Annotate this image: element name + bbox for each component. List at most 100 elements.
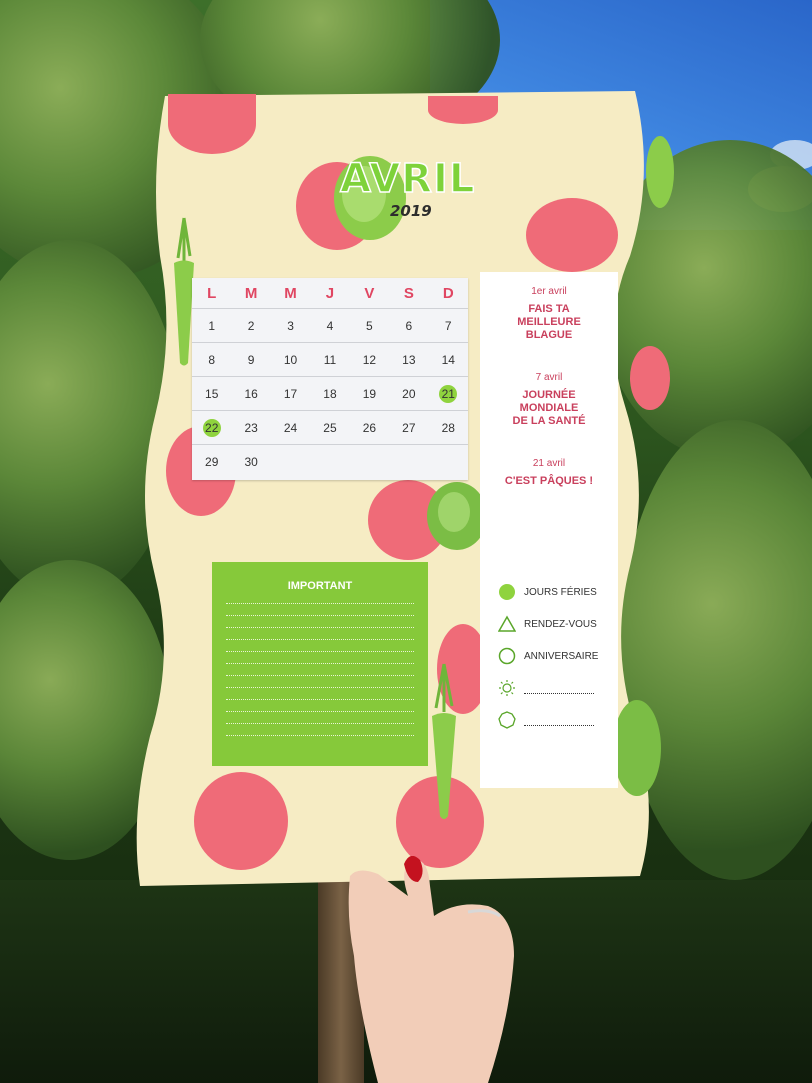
weekday-label: J (325, 284, 335, 302)
note-line (226, 600, 414, 604)
calendar-day: 17 (271, 387, 310, 401)
calendar-day: 24 (271, 421, 310, 435)
calendar-day: 12 (350, 353, 389, 367)
calendar-day-number: 30 (244, 454, 258, 469)
calendar-day-number: 10 (283, 352, 298, 367)
note-line (226, 648, 414, 652)
calendar-day: 7 (429, 319, 468, 333)
blank-line (524, 683, 594, 694)
calendar-week-row: 1 2 3 4 5 6 7 (192, 309, 468, 343)
calendar-day-number: 16 (244, 386, 258, 401)
blank-line (524, 715, 594, 726)
events-sidebar: 1er avril FAIS TA MEILLEURE BLAGUE 7 avr… (480, 272, 618, 788)
pink-dot (526, 198, 618, 272)
calendar-week-row: 15 16 17 18 19 20 21 (192, 377, 468, 411)
calendar-day-number: 29 (205, 454, 219, 469)
calendar-day: 9 (231, 353, 270, 367)
legend-item: ANNIVERSAIRE (498, 640, 598, 672)
calendar-day-number: 13 (402, 352, 416, 367)
calendar-day-number: 9 (247, 352, 255, 367)
calendar-day: 23 (231, 421, 270, 435)
legend-label: JOURS FÉRIES (524, 586, 597, 598)
calendar-day: 18 (310, 387, 349, 401)
calendar-day: 14 (429, 353, 468, 367)
weekday-label: M (284, 284, 297, 302)
pink-dot (630, 346, 670, 410)
lime-illustration (646, 136, 674, 208)
event-name: FAIS TA MEILLEURE BLAGUE (517, 303, 581, 341)
calendar-day: 29 (192, 455, 231, 469)
year-label: 2019 (390, 202, 432, 220)
calendar-day: 19 (350, 387, 389, 401)
calendar-day: 4 (310, 319, 349, 333)
calendar-day-number: 28 (441, 420, 455, 435)
calendar-day-number: 3 (287, 318, 294, 333)
calendar-day-number: 26 (362, 420, 377, 435)
sun-icon (499, 680, 515, 696)
calendar-day: 15 (192, 387, 231, 401)
event-date: 21 avril (532, 458, 566, 469)
note-line (226, 612, 414, 616)
calendar-day: 30 (231, 455, 270, 469)
calendar-day-number: 14 (441, 352, 455, 367)
calendar-poster: AVRIL 2019 L M M J V S D 1 2 3 4 5 6 7 8 9 10 11 12… (136, 91, 674, 886)
event-date: 1er avril (531, 286, 567, 297)
calendar-day-number: 22 (205, 420, 219, 435)
month-calendar: L M M J V S D 1 2 3 4 5 6 7 8 9 10 11 12 13 14 15 16 17 1… (192, 278, 468, 480)
weekday-label: S (403, 284, 414, 302)
calendar-day-number: 17 (283, 386, 298, 401)
note-line (226, 720, 414, 724)
calendar-day-number: 19 (362, 386, 377, 401)
calendar-day: 26 (350, 421, 389, 435)
calendar-day-number: 15 (205, 386, 219, 401)
month-title: AVRIL (339, 155, 476, 203)
calendar-day-number: 25 (323, 420, 337, 435)
calendar-day: 10 (271, 353, 310, 367)
apple-illustration (613, 700, 661, 796)
calendar-day-number: 7 (444, 318, 452, 333)
note-line (226, 672, 414, 676)
event-date: 7 avril (535, 372, 563, 383)
calendar-week-row: 8 9 10 11 12 13 14 (192, 343, 468, 377)
legend-item: RENDEZ-VOUS (498, 608, 598, 640)
important-notes-box: IMPORTANT (212, 562, 428, 766)
calendar-day-number: 5 (366, 318, 373, 333)
calendar-day-number: 27 (402, 420, 416, 435)
note-line (226, 624, 414, 628)
calendar-weeks: 1 2 3 4 5 6 7 8 9 10 11 12 13 14 15 16 17 18 19 20 21 22 23 24 2… (192, 309, 468, 478)
calendar-day: 20 (389, 387, 428, 401)
note-line (226, 696, 414, 700)
hand (348, 856, 514, 1083)
calendar-day: 16 (231, 387, 270, 401)
calendar-day-number: 4 (326, 318, 334, 333)
legend-item (498, 672, 598, 704)
calendar-day: 28 (429, 421, 468, 435)
calendar-day-number: 12 (362, 352, 377, 367)
legend-item: JOURS FÉRIES (498, 576, 598, 608)
calendar-day-number: 8 (208, 352, 216, 367)
legend-item (498, 704, 598, 736)
circle-icon (498, 647, 516, 665)
weekday-label: L (207, 284, 217, 302)
weekday-label: M (244, 284, 258, 302)
important-title: IMPORTANT (287, 580, 353, 592)
note-line (226, 684, 414, 688)
calendar-day-number: 23 (244, 420, 258, 435)
legend-label: ANNIVERSAIRE (524, 650, 599, 662)
filled-circle-icon (499, 584, 515, 600)
note-line (226, 660, 414, 664)
pink-dot (168, 94, 256, 154)
calendar-day: 11 (310, 353, 349, 367)
calendar-day: 5 (350, 319, 389, 333)
calendar-day-number: 2 (247, 318, 255, 333)
weekday-label: V (364, 284, 375, 302)
carrot-illustration (432, 663, 456, 819)
photo-scene: AVRIL 2019 L M M J V S D 1 2 3 4 5 6 7 8 9 10 11 12… (0, 0, 812, 1083)
calendar-day: 21 (429, 384, 468, 403)
calendar-day-number: 18 (323, 386, 337, 401)
calendar-day-number: 1 (208, 318, 216, 333)
calendar-day: 8 (192, 353, 231, 367)
calendar-day-number: 20 (402, 386, 416, 401)
calendar-day-number: 24 (283, 420, 298, 435)
triangle-icon (498, 615, 516, 632)
